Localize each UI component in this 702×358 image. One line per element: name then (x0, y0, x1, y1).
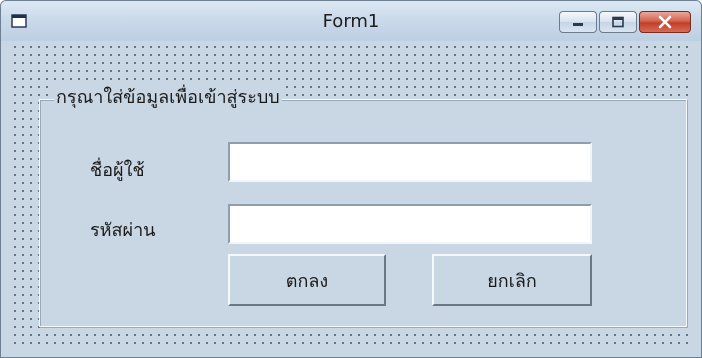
maximize-icon (612, 16, 624, 28)
form-window: Form1 กรุณาใส่ข้อมูลเพื่อเข้าสู่ระบบ ชื่… (0, 0, 702, 358)
minimize-icon (573, 23, 583, 26)
password-label: รหัสผ่าน (90, 220, 156, 241)
maximize-button[interactable] (599, 11, 637, 33)
password-field[interactable] (228, 204, 592, 244)
username-label: ชื่อผู้ใช้ (90, 160, 145, 181)
title-bar[interactable]: Form1 (1, 1, 701, 41)
close-icon (658, 15, 672, 29)
groupbox-caption: กรุณาใส่ข้อมูลเพื่อเข้าสู่ระบบ (54, 86, 282, 110)
form-design-surface: กรุณาใส่ข้อมูลเพื่อเข้าสู่ระบบ ชื่อผู้ใช… (9, 41, 693, 349)
cancel-button[interactable]: ยกเลิก (432, 254, 592, 306)
username-field[interactable] (228, 142, 592, 182)
minimize-button[interactable] (559, 11, 597, 33)
login-groupbox: กรุณาใส่ข้อมูลเพื่อเข้าสู่ระบบ ชื่อผู้ใช… (39, 86, 687, 327)
close-button[interactable] (639, 11, 691, 33)
ok-button[interactable]: ตกลง (228, 254, 386, 306)
